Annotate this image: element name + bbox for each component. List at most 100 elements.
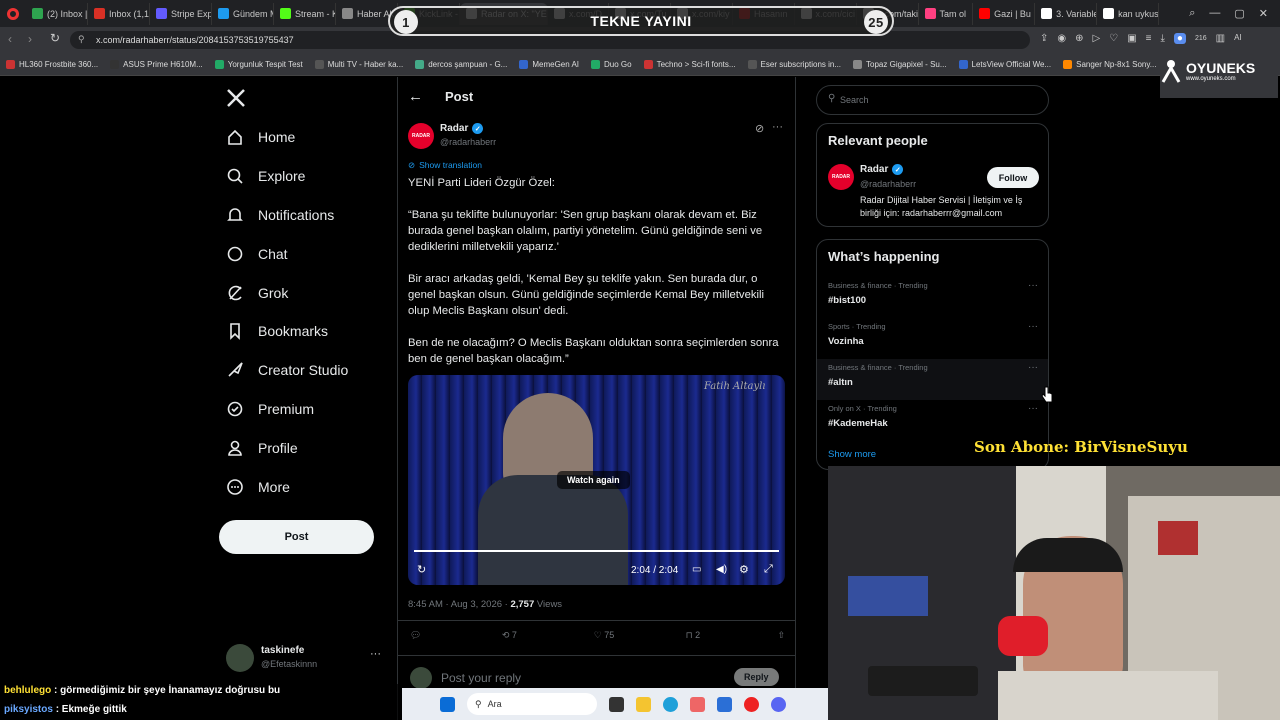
browser-logo-icon[interactable] bbox=[0, 3, 26, 25]
browser-tab[interactable]: (2) Inbox | bbox=[26, 2, 88, 25]
minimize-icon[interactable]: — bbox=[1209, 7, 1220, 20]
back-arrow-icon[interactable]: ← bbox=[408, 88, 423, 105]
trend-more-icon[interactable]: ··· bbox=[1028, 280, 1038, 291]
maximize-icon[interactable]: ▢ bbox=[1234, 7, 1244, 20]
opera-icon[interactable] bbox=[744, 696, 759, 712]
camera-icon[interactable]: ◉ bbox=[1057, 33, 1066, 44]
bookmark-item[interactable]: Techno > Sci-fi fonts... bbox=[638, 59, 742, 69]
person-avatar[interactable]: RADAR bbox=[828, 164, 854, 190]
bookmark-item[interactable]: LetsView Official We... bbox=[953, 59, 1058, 69]
video-progress-track[interactable] bbox=[414, 550, 779, 552]
fullscreen-icon[interactable]: ⤢ bbox=[764, 563, 773, 576]
volume-icon[interactable]: ◀) bbox=[716, 564, 727, 575]
share-icon[interactable]: ⇧ bbox=[777, 630, 785, 641]
taskbar-search[interactable]: ⚲ Ara bbox=[467, 693, 597, 715]
trend-more-icon[interactable]: ··· bbox=[1028, 362, 1038, 373]
site-info-icon[interactable]: ⚲ bbox=[78, 34, 85, 45]
edge-icon[interactable] bbox=[663, 696, 678, 712]
bookmark-item[interactable]: MemeGen AI bbox=[513, 59, 585, 69]
nav-more[interactable]: More bbox=[226, 478, 290, 496]
bookmark-item[interactable]: dercos şampuan - G... bbox=[409, 59, 513, 69]
browser-tab[interactable]: kan uykus bbox=[1097, 2, 1160, 25]
bookmark-item[interactable]: Sanger Np-8x1 Sony... bbox=[1057, 59, 1162, 69]
author-avatar[interactable]: RADAR bbox=[408, 123, 434, 149]
trend-more-icon[interactable]: ··· bbox=[1028, 321, 1038, 332]
bookmark-item[interactable]: Duo Go bbox=[585, 59, 638, 69]
play-icon[interactable]: ▷ bbox=[1093, 33, 1101, 44]
browser-tab[interactable]: 3. Variable bbox=[1035, 2, 1098, 25]
browser-tab[interactable]: Stream - K bbox=[274, 2, 336, 25]
start-icon[interactable] bbox=[440, 696, 455, 712]
bookmark-item[interactable]: Topaz Gigapixel - Su... bbox=[847, 59, 952, 69]
follow-button[interactable]: Follow bbox=[987, 167, 1039, 188]
x-logo-icon[interactable] bbox=[226, 88, 246, 108]
close-window-icon[interactable]: ✕ bbox=[1259, 7, 1268, 20]
show-more-link[interactable]: Show more bbox=[828, 449, 876, 460]
search-input[interactable]: ⚲ Search bbox=[816, 85, 1049, 115]
trend-more-icon[interactable]: ··· bbox=[1028, 403, 1038, 414]
browser-tab[interactable]: Stripe Expr bbox=[150, 2, 212, 25]
grok-explain-icon[interactable]: ⊘ bbox=[755, 122, 764, 135]
account-switcher[interactable]: taskinefe @Efetaskinnn ··· bbox=[226, 644, 386, 674]
copilot-icon[interactable] bbox=[690, 696, 705, 712]
menu-icon[interactable]: ≡ bbox=[1146, 33, 1152, 44]
bookmark-item[interactable]: ASUS Prime H610M... bbox=[104, 59, 209, 69]
trend-item[interactable]: Only on X · Trending #KademeHak ··· bbox=[817, 400, 1048, 441]
browser-tab[interactable]: Tam ol bbox=[919, 2, 974, 25]
trend-item[interactable]: Sports · Trending Vozinha ··· bbox=[817, 318, 1048, 359]
nav-explore[interactable]: Explore bbox=[226, 167, 305, 185]
nav-bookmarks[interactable]: Bookmarks bbox=[226, 322, 328, 340]
bookmark-item[interactable]: Yorgunluk Tespit Test bbox=[209, 59, 309, 69]
person-name[interactable]: Radar ✓ bbox=[860, 164, 904, 175]
post-button[interactable]: Post bbox=[219, 520, 374, 554]
replay-icon[interactable]: ↻ bbox=[417, 563, 426, 576]
nav-home[interactable]: Home bbox=[226, 128, 295, 146]
settings-icon[interactable]: ⚙ bbox=[739, 563, 749, 576]
nav-notifications[interactable]: Notifications bbox=[226, 206, 334, 224]
file-explorer-icon[interactable] bbox=[636, 696, 651, 712]
reply-icon[interactable]: 💬︎ bbox=[410, 630, 502, 641]
zoom-icon[interactable]: ⊕ bbox=[1075, 33, 1083, 44]
reply-input[interactable]: Post your reply bbox=[441, 671, 521, 685]
nav-premium[interactable]: Premium bbox=[226, 400, 314, 418]
share-icon[interactable]: ⇪ bbox=[1040, 33, 1048, 44]
browser-tab[interactable]: Gündem M bbox=[212, 2, 274, 25]
discord-icon[interactable] bbox=[771, 696, 786, 712]
more-dots-icon[interactable]: ··· bbox=[370, 648, 381, 660]
author-name[interactable]: Radar ✓ bbox=[440, 123, 484, 134]
browser-tab[interactable]: Inbox (1,1 bbox=[88, 2, 150, 25]
bookmark-item[interactable]: Multi TV - Haber ka... bbox=[309, 59, 409, 69]
video-player[interactable]: Fatih Altaylı Watch again ↻ 2:04 / 2:04 … bbox=[408, 375, 785, 585]
sidebar-toggle-icon[interactable]: ▥ bbox=[1216, 33, 1225, 44]
post-more-icon[interactable]: ··· bbox=[772, 121, 783, 133]
box-icon[interactable]: ▣ bbox=[1127, 33, 1136, 44]
bookmark-action[interactable]: ⊓ 2 bbox=[686, 630, 778, 641]
bookmark-item[interactable]: Eser subscriptions in... bbox=[742, 59, 847, 69]
task-view-icon[interactable] bbox=[609, 696, 624, 712]
trend-item[interactable]: Business & finance · Trending #altın ··· bbox=[817, 359, 1048, 400]
nav-profile[interactable]: Profile bbox=[226, 439, 298, 457]
watch-again-button[interactable]: Watch again bbox=[557, 471, 630, 489]
trend-item[interactable]: Business & finance · Trending #bist100 ··· bbox=[817, 277, 1048, 318]
nav-grok[interactable]: Grok bbox=[226, 284, 288, 302]
nav-chat[interactable]: Chat bbox=[226, 245, 288, 263]
bookmark-favicon-icon bbox=[519, 59, 529, 69]
bookmark-item[interactable]: HL360 Frostbite 360... bbox=[0, 59, 104, 69]
nav-creator-studio[interactable]: Creator Studio bbox=[226, 361, 348, 379]
back-icon[interactable]: ‹ bbox=[8, 32, 12, 46]
browser-tab[interactable]: Gazi | Bu m bbox=[973, 2, 1036, 25]
show-translation[interactable]: ⊘ Show translation bbox=[408, 160, 482, 171]
repost-action[interactable]: ⟲ 7 bbox=[502, 630, 594, 641]
reload-icon[interactable]: ↻ bbox=[50, 31, 60, 45]
like-action[interactable]: ♡ 75 bbox=[594, 630, 686, 641]
ai-icon[interactable]: AI bbox=[1234, 33, 1242, 44]
download-icon[interactable]: ⤓ bbox=[1160, 33, 1164, 44]
captions-icon[interactable]: ▭ bbox=[692, 564, 701, 575]
store-icon[interactable] bbox=[717, 696, 732, 712]
profile-icon[interactable]: ● bbox=[1173, 33, 1186, 44]
search-tabs-icon[interactable]: ⌕ bbox=[1189, 7, 1195, 20]
extension-badge[interactable]: 216 bbox=[1195, 33, 1207, 44]
reply-button[interactable]: Reply bbox=[734, 668, 779, 686]
forward-icon[interactable]: › bbox=[28, 32, 32, 46]
heart-icon[interactable]: ♡ bbox=[1109, 33, 1118, 44]
